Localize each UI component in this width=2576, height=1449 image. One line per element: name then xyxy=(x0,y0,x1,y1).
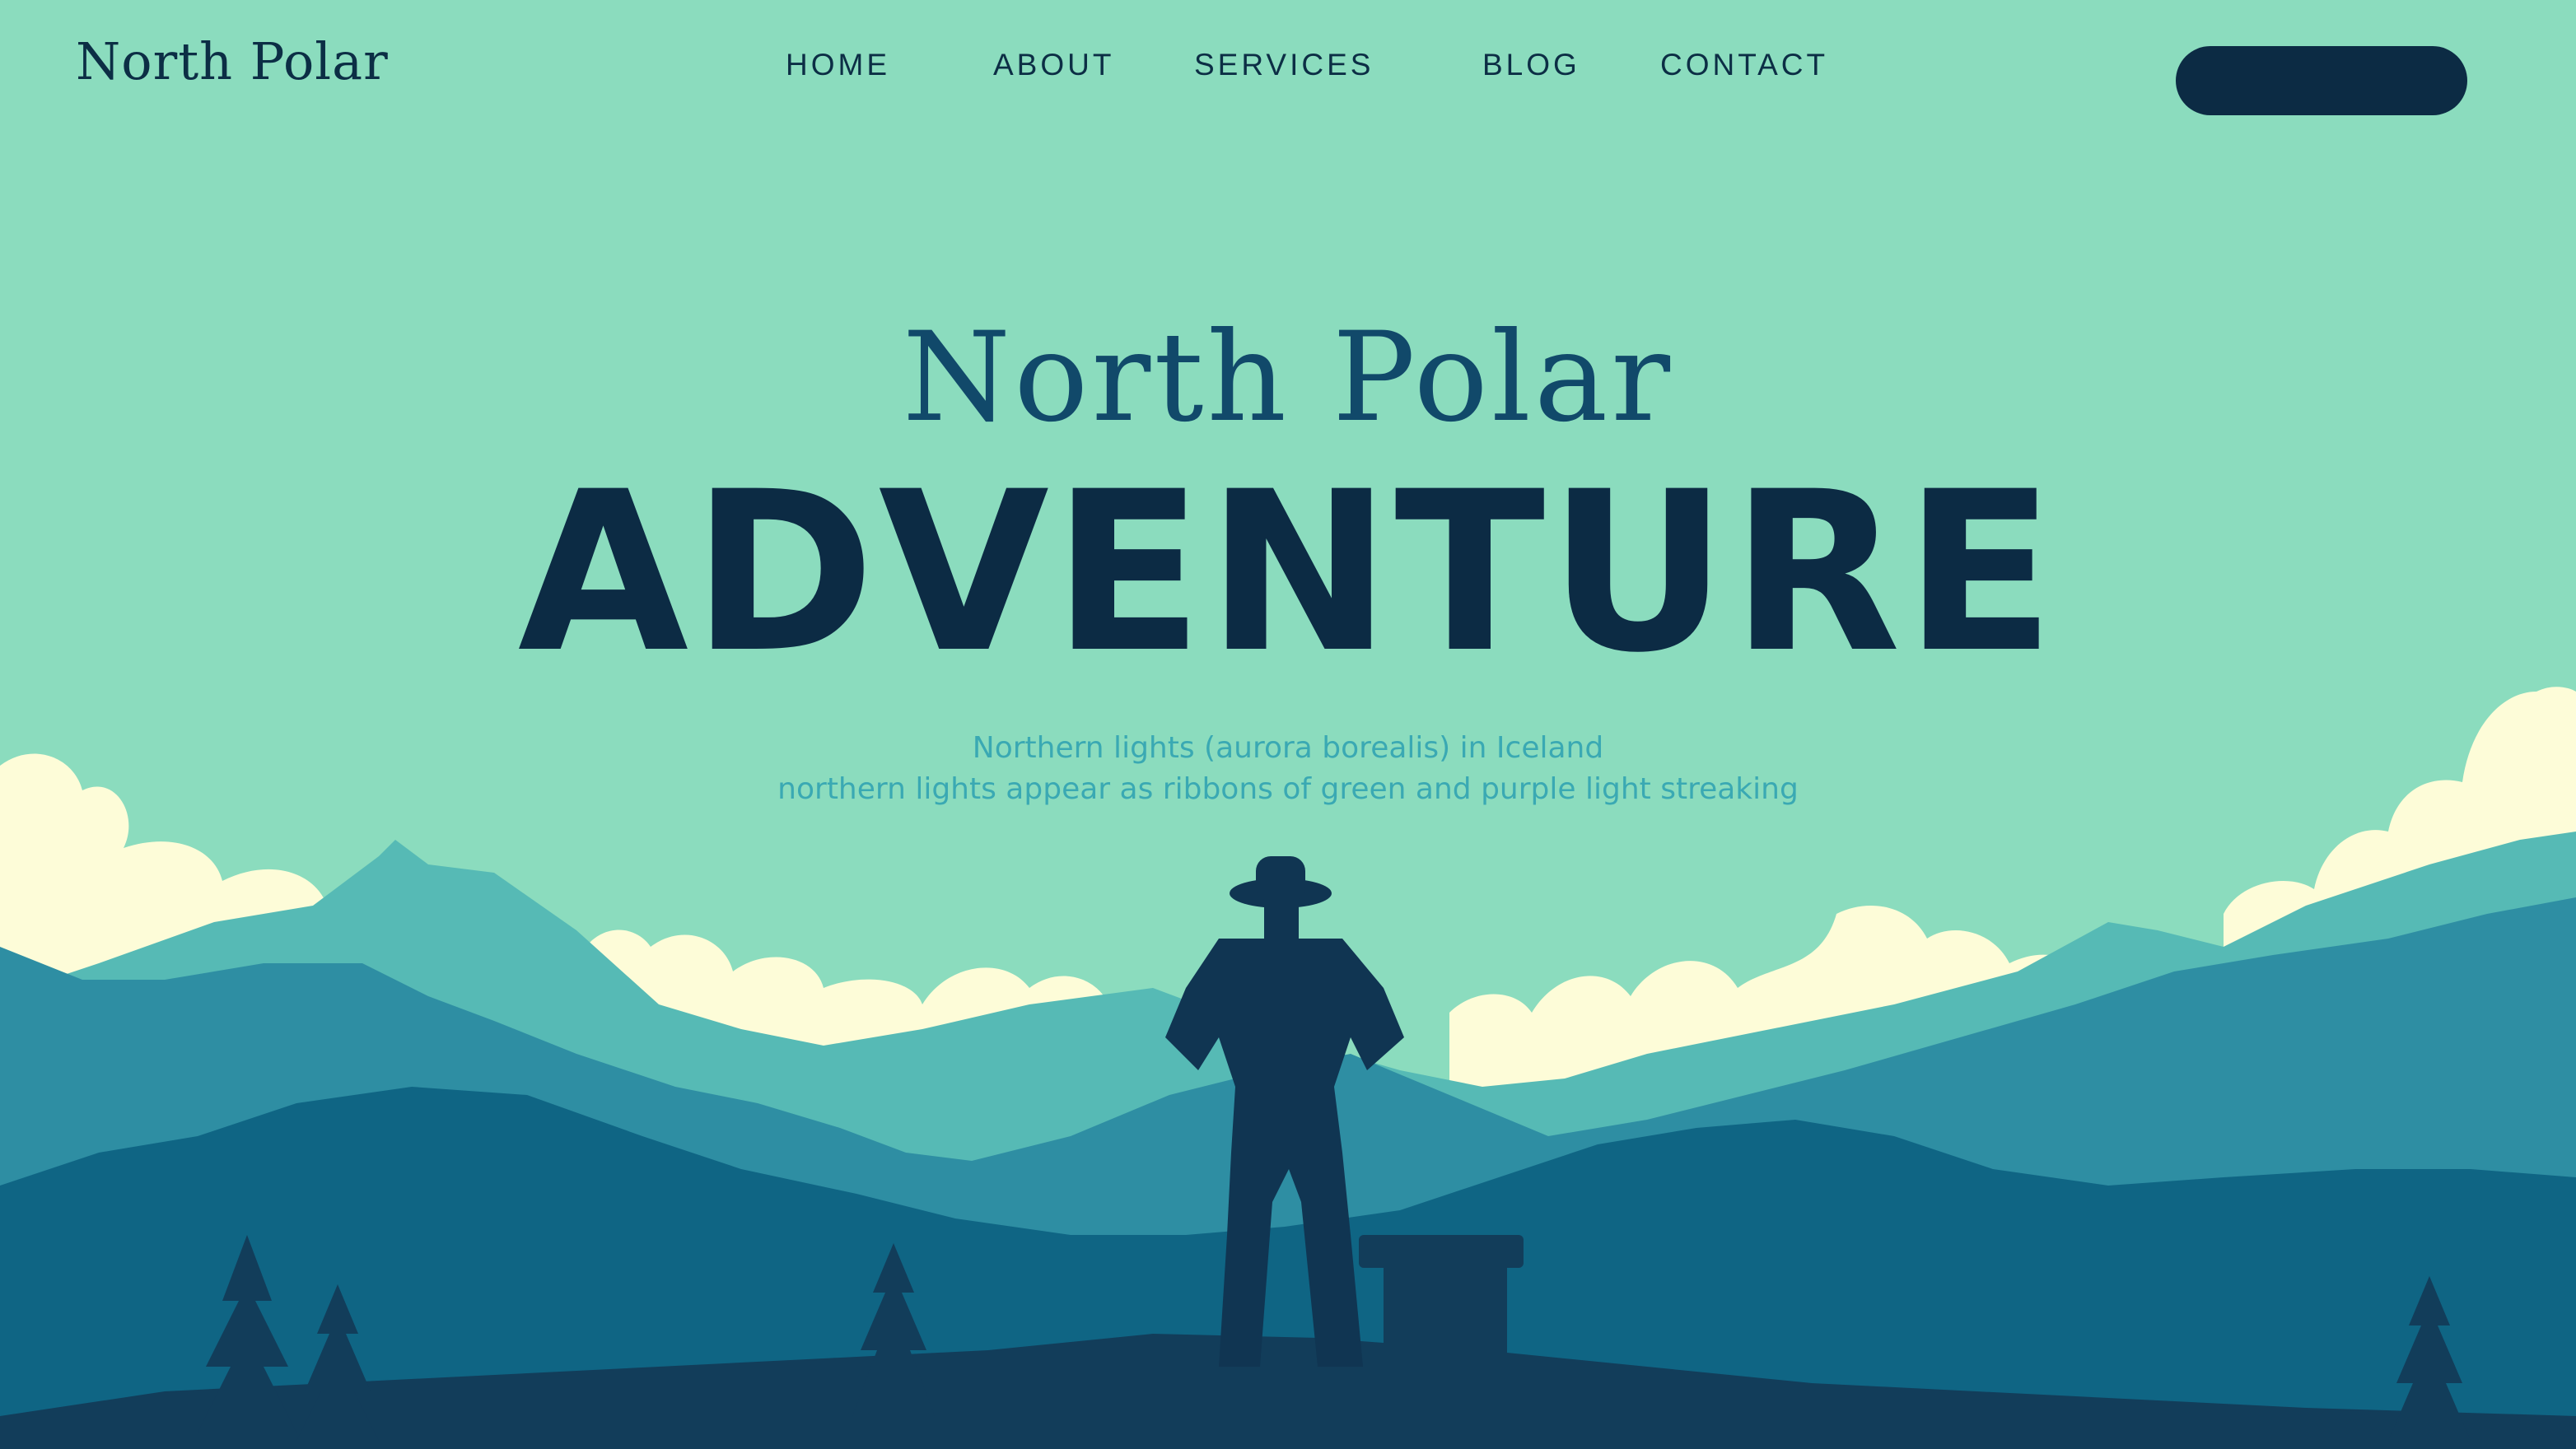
nav-blog[interactable]: BLOG xyxy=(1482,48,1580,82)
hero-subtitle-line-2: northern lights appear as ribbons of gre… xyxy=(777,772,1799,806)
hero-subtitle: Northern lights (aurora borealis) in Ice… xyxy=(0,728,2576,810)
header-cta-button[interactable] xyxy=(2176,46,2467,115)
hero-subtitle-line-1: Northern lights (aurora borealis) in Ice… xyxy=(972,731,1604,765)
mountain-scene-illustration xyxy=(0,687,2576,1449)
landing-page: North Polar HOME ABOUT SERVICES BLOG CON… xyxy=(0,0,2576,1449)
hero-script-title: North Polar xyxy=(902,306,1674,450)
nav-services[interactable]: SERVICES xyxy=(1194,48,1374,82)
nav-contact[interactable]: CONTACT xyxy=(1660,48,1828,82)
hero-main-title: ADVENTURE xyxy=(517,445,2059,701)
nav-about[interactable]: ABOUT xyxy=(993,48,1114,82)
tree-stump xyxy=(1359,1235,1524,1371)
nav-home[interactable]: HOME xyxy=(786,48,890,82)
